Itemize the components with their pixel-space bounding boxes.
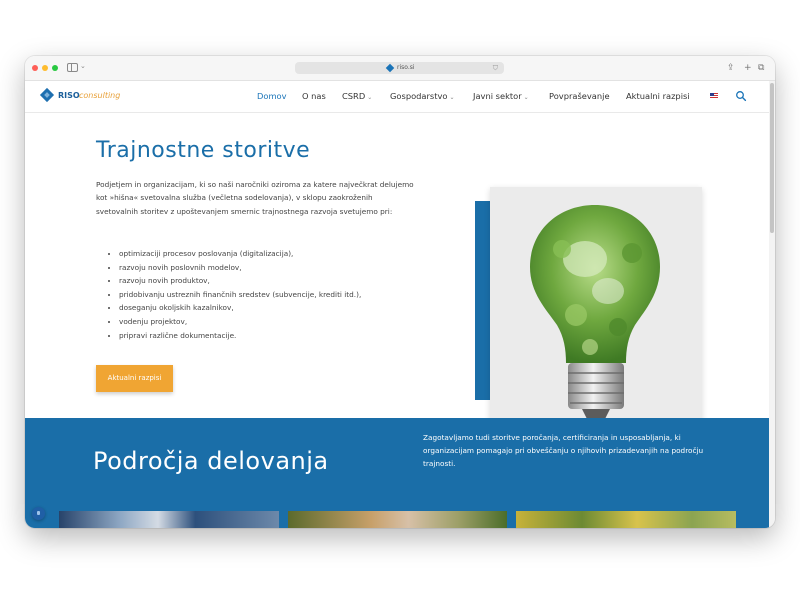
address-bar[interactable]: riso.si ⛉ (295, 62, 504, 74)
vertical-scrollbar[interactable] (769, 81, 775, 528)
close-window-button[interactable] (32, 65, 38, 71)
logo-brand: RISO (58, 91, 80, 100)
services-list: optimizaciji procesov poslovanja (digita… (104, 247, 361, 342)
site-favicon-icon (385, 63, 395, 73)
areas-section: Področja delovanja Zagotavljamo tudi sto… (25, 418, 769, 528)
tab-overview-icon[interactable]: ⧉ (758, 62, 764, 74)
logo-suffix: consulting (79, 91, 121, 100)
search-icon[interactable] (735, 90, 747, 102)
nav-item-csrd[interactable]: CSRD ⌄ (342, 90, 372, 104)
nav-item-javni-sektor[interactable]: Javni sektor ⌄ (473, 90, 529, 104)
list-item: vodenju projektov, (119, 315, 361, 329)
section-description: Zagotavljamo tudi storitve poročanja, ce… (423, 433, 704, 468)
us-flag-icon[interactable] (710, 93, 718, 99)
reader-icon[interactable]: ⛉ (493, 64, 498, 72)
page-title: Trajnostne storitve (96, 138, 311, 163)
sidebar-toggle-icon[interactable] (67, 63, 78, 72)
list-item: doseganju okoljskih kazalnikov, (119, 301, 361, 315)
list-item: razvoju novih poslovnih modelov, (119, 261, 361, 275)
area-card-image[interactable] (288, 511, 507, 528)
aktualni-razpisi-button[interactable]: Aktualni razpisi (96, 365, 173, 392)
accessibility-icon[interactable] (32, 507, 45, 520)
address-bar-url: riso.si (397, 64, 415, 71)
chevron-down-icon: ⌄ (523, 94, 529, 101)
list-item: pridobivanju ustreznih finančnih sredste… (119, 288, 361, 302)
lightbulb-image (490, 187, 702, 440)
nav-item-aktualni-razpisi[interactable]: Aktualni razpisi (626, 90, 690, 102)
browser-toolbar: ⌄ riso.si ⛉ ⇪ + ⧉ (25, 56, 775, 81)
site-header: RISO consulting Domov O nas CSRD ⌄ Gospod… (25, 81, 769, 113)
browser-window: ⌄ riso.si ⛉ ⇪ + ⧉ RISO consulting Domov … (25, 56, 775, 528)
share-icon[interactable]: ⇪ (727, 62, 735, 74)
list-item: pripravi različne dokumentacije. (119, 329, 361, 343)
hero-intro-text: Podjetjem in organizacijam, ki so naši n… (96, 180, 414, 216)
web-page: RISO consulting Domov O nas CSRD ⌄ Gospod… (25, 81, 769, 528)
chevron-down-icon: ⌄ (367, 94, 373, 101)
nav-item-o-nas[interactable]: O nas (302, 90, 326, 102)
area-card-image[interactable] (59, 511, 279, 528)
list-item: optimizaciji procesov poslovanja (digita… (119, 247, 361, 261)
chevron-down-icon: ⌄ (449, 94, 455, 101)
section-title: Področja delovanja (93, 447, 329, 475)
nav-item-gospodarstvo[interactable]: Gospodarstvo ⌄ (390, 90, 455, 104)
list-item: razvoju novih produktov, (119, 274, 361, 288)
zoom-window-button[interactable] (52, 65, 58, 71)
logo-mark-icon (39, 87, 55, 103)
nav-item-povprasevanje[interactable]: Povpraševanje (549, 90, 610, 102)
scrollbar-thumb[interactable] (770, 83, 774, 233)
lightbulb-illustration (530, 205, 660, 421)
new-tab-icon[interactable]: + (744, 62, 752, 74)
minimize-window-button[interactable] (42, 65, 48, 71)
nav-item-domov[interactable]: Domov (257, 90, 287, 102)
chevron-down-icon[interactable]: ⌄ (80, 62, 86, 70)
area-card-image[interactable] (516, 511, 736, 528)
